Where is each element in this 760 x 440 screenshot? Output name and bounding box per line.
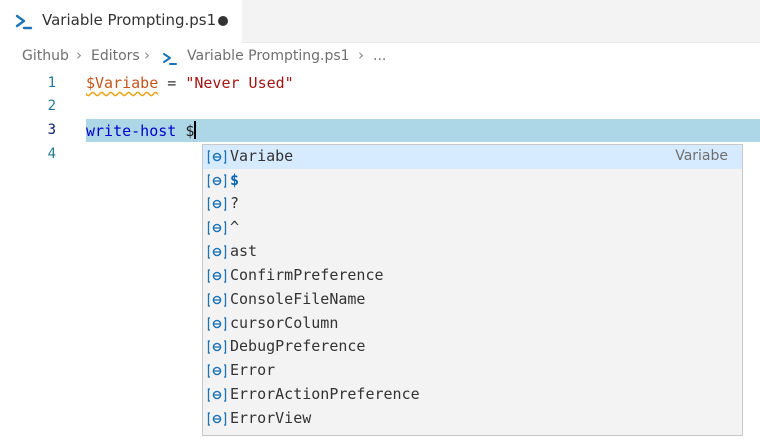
- code-text: write-host $: [86, 121, 197, 140]
- suggestion-item[interactable]: cursorColumn: [203, 312, 742, 336]
- variable-icon: [207, 388, 227, 402]
- command-token: write-host: [86, 122, 177, 140]
- variable-icon: [207, 269, 227, 283]
- suggestion-item[interactable]: Error: [203, 359, 742, 383]
- chevron-right-icon: ›: [76, 46, 82, 64]
- variable-icon: [207, 221, 227, 235]
- suggestion-label: ErrorActionPreference: [230, 385, 420, 403]
- chevron-right-icon: ›: [358, 46, 364, 64]
- suggestion-label: Variabe: [230, 147, 294, 165]
- powershell-icon: [163, 53, 177, 65]
- line-number: 4: [47, 146, 56, 162]
- breadcrumb-item-github[interactable]: Github: [22, 48, 69, 64]
- suggestion-item[interactable]: DebugPreference: [203, 335, 742, 359]
- variable-icon: [207, 174, 227, 188]
- suggestion-label: DebugPreference: [230, 337, 366, 355]
- breadcrumb: Github › Editors › Variable Prompting.ps…: [0, 43, 760, 73]
- suggestion-item[interactable]: ast: [203, 240, 742, 264]
- variable-token: $Variabe: [86, 74, 159, 92]
- suggestion-item[interactable]: ConsoleFileName: [203, 288, 742, 312]
- variable-icon: [207, 317, 227, 331]
- variable-icon: [207, 150, 227, 164]
- variable-icon: [207, 245, 227, 259]
- operator-token: =: [167, 74, 177, 92]
- suggestion-label: ^: [230, 218, 240, 236]
- variable-icon: [207, 293, 227, 307]
- suggestion-label: $: [230, 171, 240, 189]
- code-text: $Variabe = "Never Used": [86, 74, 294, 92]
- line-number: 1: [47, 75, 56, 91]
- line-number: 3: [47, 122, 56, 138]
- variable-icon: [207, 364, 227, 378]
- suggestion-label: ConfirmPreference: [230, 266, 384, 284]
- suggestion-label: ?: [230, 194, 240, 212]
- suggestion-label: ErrorView: [230, 409, 312, 427]
- suggestion-detail: Variabe: [675, 148, 728, 164]
- variable-icon: [207, 197, 227, 211]
- unsaved-dot-icon[interactable]: [218, 16, 228, 26]
- chevron-right-icon: ›: [144, 46, 150, 64]
- breadcrumb-item-editors[interactable]: Editors: [91, 48, 140, 64]
- suggestion-item[interactable]: $: [203, 169, 742, 193]
- suggestion-item[interactable]: ErrorView: [203, 407, 742, 431]
- powershell-icon: [15, 14, 33, 30]
- variable-icon: [207, 412, 227, 426]
- suggestion-label: ConsoleFileName: [230, 290, 366, 308]
- code-line-1[interactable]: 1 $Variabe = "Never Used": [0, 72, 760, 95]
- variable-icon: [207, 340, 227, 354]
- suggestion-label: Error: [230, 361, 276, 379]
- text-cursor: [194, 121, 197, 139]
- suggestion-item[interactable]: ?: [203, 192, 742, 216]
- line-number: 2: [47, 98, 56, 114]
- dollar-token: $: [185, 122, 195, 140]
- code-line-3[interactable]: 3 write-host $: [0, 119, 760, 142]
- breadcrumb-item-file[interactable]: Variable Prompting.ps1: [187, 48, 350, 64]
- suggestion-item[interactable]: ErrorActionPreference: [203, 383, 742, 407]
- code-line-2[interactable]: 2: [0, 95, 760, 118]
- suggestion-item[interactable]: ^: [203, 216, 742, 240]
- suggestion-label: ast: [230, 242, 258, 260]
- suggestion-item[interactable]: ConfirmPreference: [203, 264, 742, 288]
- suggestion-item[interactable]: Variabe Variabe: [203, 145, 742, 169]
- tab-title: Variable Prompting.ps1: [42, 11, 217, 29]
- editor-tab[interactable]: Variable Prompting.ps1: [0, 0, 242, 43]
- suggestion-label: cursorColumn: [230, 314, 339, 332]
- breadcrumb-item-more[interactable]: ...: [373, 48, 386, 64]
- tab-bar: Variable Prompting.ps1: [0, 0, 760, 43]
- autocomplete-list[interactable]: Variabe Variabe $ ? ^ ast ConfirmPrefere…: [202, 144, 743, 436]
- string-token: "Never Used": [185, 74, 294, 92]
